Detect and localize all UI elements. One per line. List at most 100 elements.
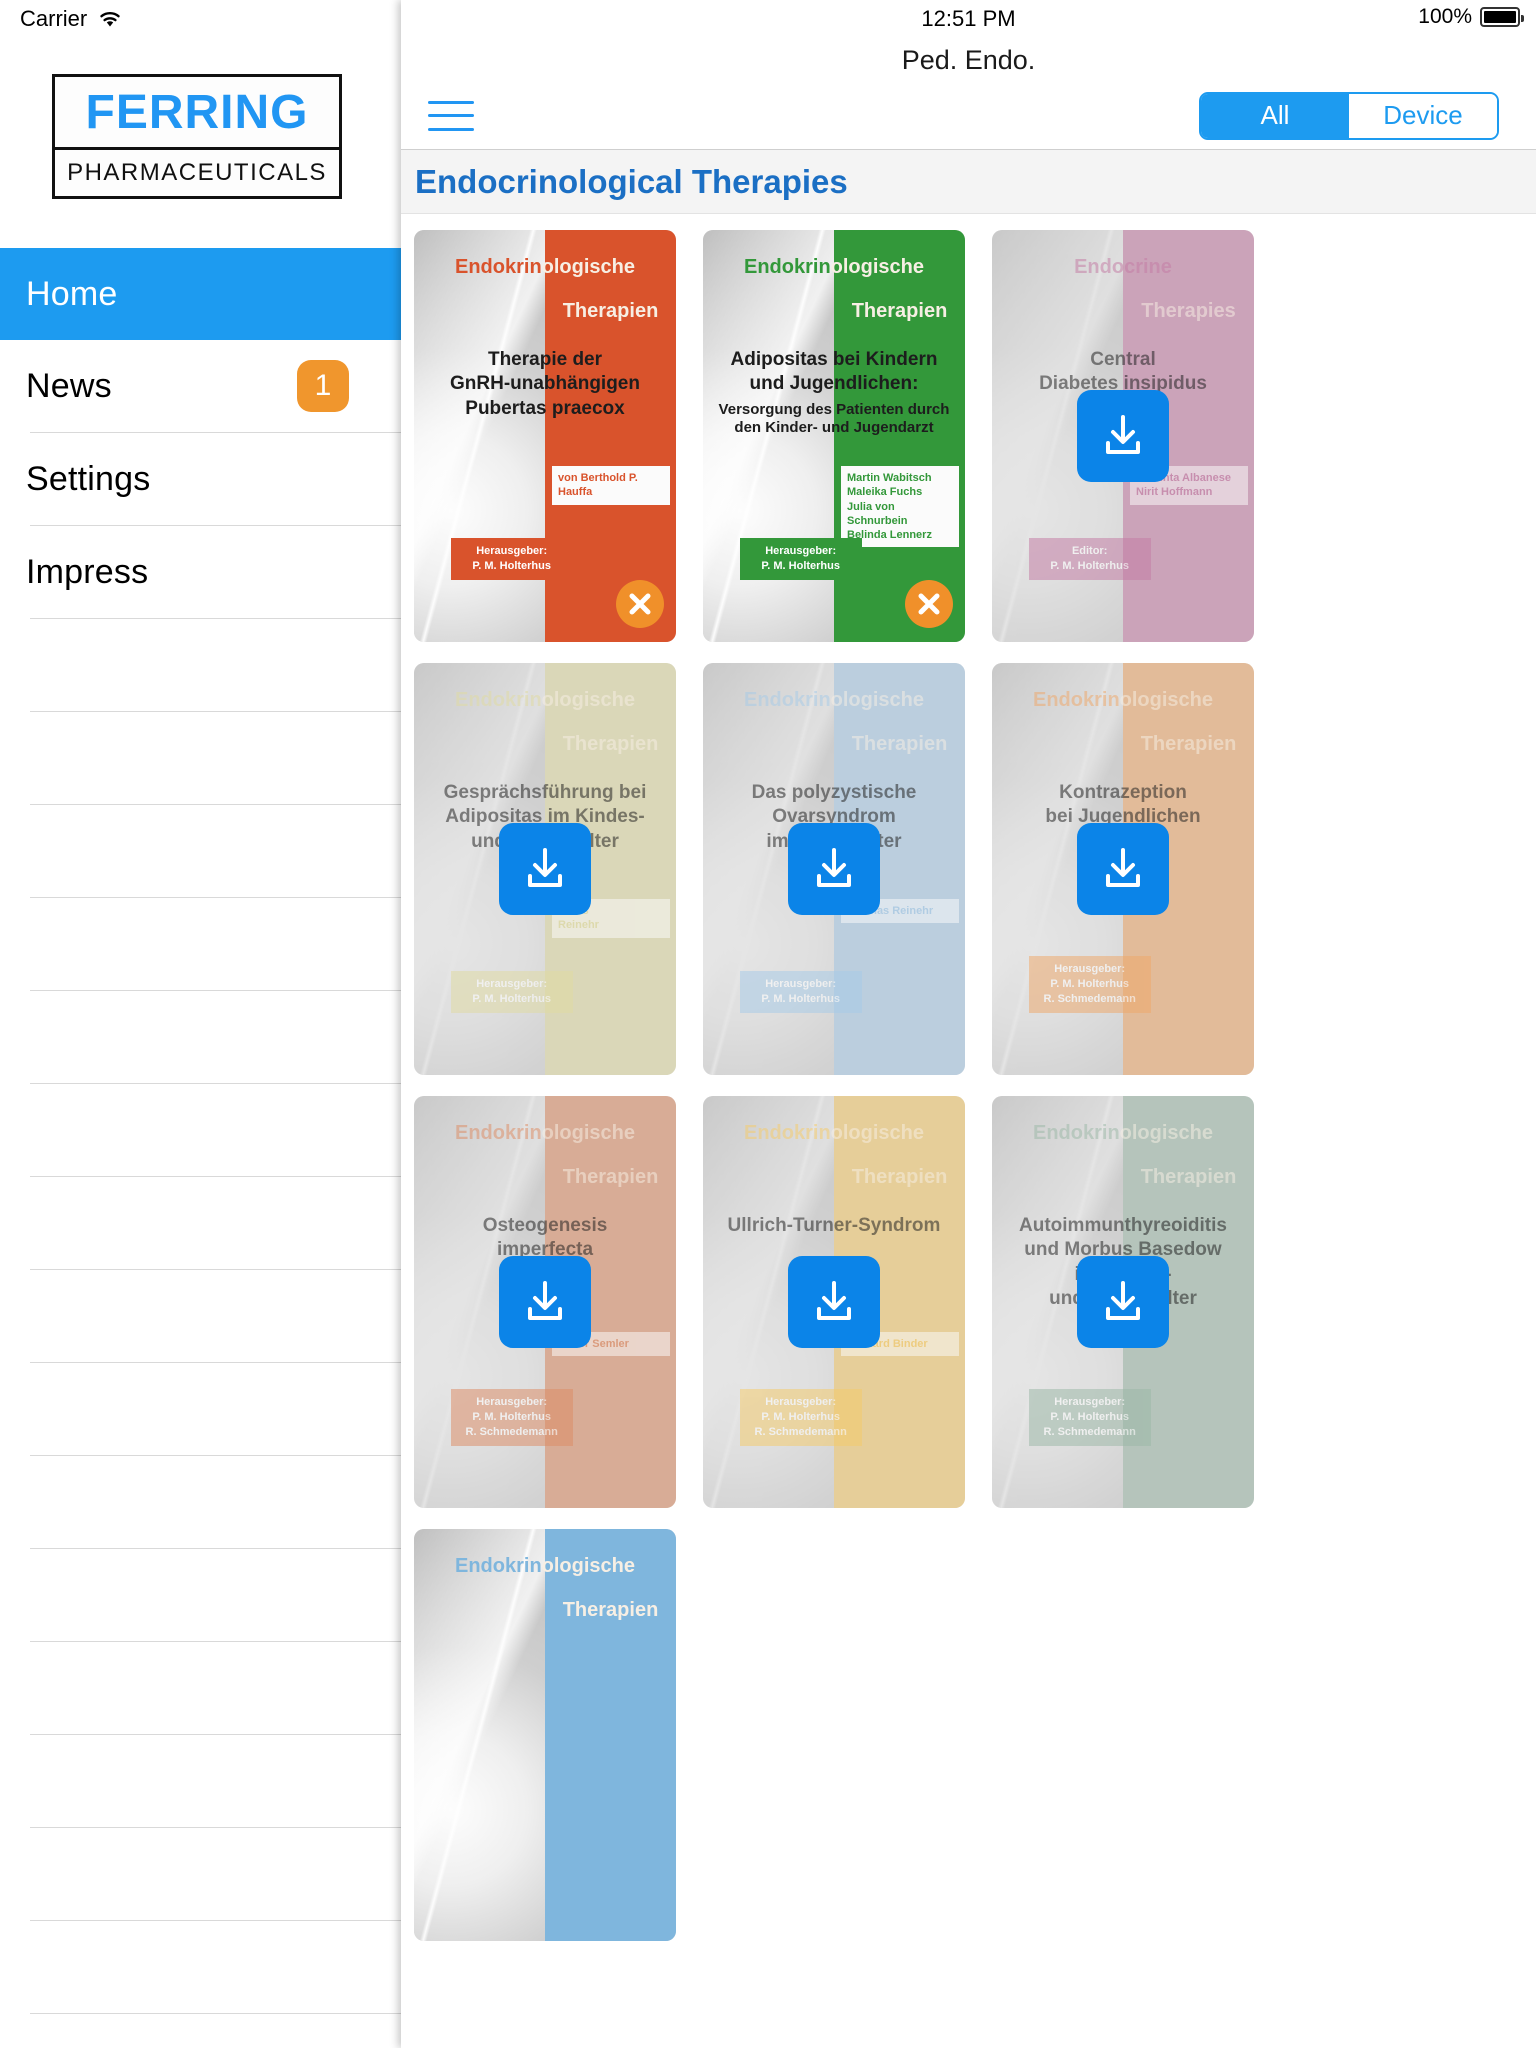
book-card[interactable]: Endokrinologische Therapien Osteogenesis im… [414,1096,676,1508]
nav-empty-row [0,1735,401,1827]
nav-empty-row [0,991,401,1083]
book-authors: Martin Wabitsch Maleika Fuchs Julia von Sc… [841,466,959,548]
book-card[interactable]: Endokrinologische Therapien Therapie der Gn… [414,230,676,642]
nav-empty-row [0,1177,401,1269]
book-series-brand-line2: Therapien [851,1166,948,1188]
sidebar-item-news[interactable]: News 1 [0,340,401,432]
sidebar-item-label: Impress [26,552,149,591]
book-series-brand: Endokrinologische [1032,1122,1214,1144]
sidebar-item-home[interactable]: Home [0,248,401,340]
book-series-brand: Endokrinologische [454,1122,636,1144]
carrier-label: Carrier [20,6,88,31]
filter-segmented-control[interactable]: All Device [1199,91,1499,140]
nav-divider [30,2013,401,2014]
download-button[interactable] [788,823,880,915]
book-series-brand-line2: Therapien [562,1166,659,1188]
sidebar-drawer: Carrier FERRING PHARMACEUTICALS Home New… [0,0,401,2048]
nav-empty-row [0,1084,401,1176]
book-editor: Herausgeber: P. M. Holterhus R. Schmedeman… [739,1389,862,1446]
book-grid: Endokrinologische Therapien Therapie der Gn… [401,214,1536,1941]
book-card[interactable]: Endocrine Therapies Central Diabetes insipi… [992,230,1254,642]
download-button[interactable] [499,1256,591,1348]
book-card[interactable]: Endokrinologische Therapien Gesprächsführu… [414,663,676,1075]
nav-empty-row [0,898,401,990]
download-button[interactable] [1077,390,1169,482]
book-series-brand-line2: Therapien [851,300,948,322]
book-card[interactable]: Endokrinologische Therapien Adipositas bei… [703,230,965,642]
book-title: Ullrich-Turner-Syndrom [727,1215,941,1236]
ferring-logo: FERRING PHARMACEUTICALS [52,74,342,199]
status-bar: 12:51 PM 100% [401,0,1536,38]
app-root: Carrier FERRING PHARMACEUTICALS Home New… [0,0,1536,2048]
section-title: Endocrinological Therapies [415,162,848,200]
book-series-brand: Endokrinologische [454,689,636,711]
download-button[interactable] [788,1256,880,1348]
remove-download-button[interactable] [616,580,664,628]
book-series-brand-line2: Therapien [1140,733,1237,755]
book-card[interactable]: Endokrinologische Therapien Kontrazeption b… [992,663,1254,1075]
nav-empty-row [0,1270,401,1362]
download-button[interactable] [499,823,591,915]
book-cover-panel [545,230,676,642]
book-series-brand-line2: Therapien [851,733,948,755]
section-header: Endocrinological Therapies [401,150,1536,214]
sidebar-nav: Home News 1 Settings Impress [0,248,401,2014]
book-editor: Herausgeber: P. M. Holterhus R. Schmedeman… [1028,1389,1151,1446]
logo-tagline-text: PHARMACEUTICALS [67,159,327,186]
book-series-brand: Endocrine [1074,256,1172,278]
book-editor: Herausgeber: P. M. Holterhus [739,538,862,580]
remove-download-button[interactable] [905,580,953,628]
nav-empty-row [0,619,401,711]
book-editor: Herausgeber: P. M. Holterhus [450,538,573,580]
book-editor: Editor: P. M. Holterhus [1028,538,1151,580]
book-card[interactable]: Endokrinologische Therapien [414,1529,676,1941]
download-button[interactable] [1077,823,1169,915]
sidebar-item-label: Home [26,274,118,313]
sidebar-status-bar: Carrier [20,6,123,32]
logo-brand-row: FERRING [55,77,339,150]
book-title: Therapie der GnRH-unabhängigen Pubertas pr… [450,349,640,419]
nav-empty-row [0,1363,401,1455]
sidebar-item-label: Settings [26,459,151,498]
book-card[interactable]: Endokrinologische Therapien Autoimmunthyre… [992,1096,1254,1508]
logo-tagline-row: PHARMACEUTICALS [55,150,339,196]
logo-brand-text: FERRING [85,85,309,139]
tab-device[interactable]: Device [1349,93,1497,138]
book-cover-photo [414,1529,545,1941]
book-series-brand-line2: Therapien [1140,1166,1237,1188]
download-button[interactable] [1077,1256,1169,1348]
hamburger-menu-icon[interactable] [428,100,474,131]
book-editor: Herausgeber: P. M. Holterhus R. Schmedeman… [1028,956,1151,1013]
book-series-brand: Endokrinologische [743,689,925,711]
tab-all[interactable]: All [1201,93,1349,138]
book-cover-photo [414,230,545,642]
nav-empty-row [0,1828,401,1920]
battery-icon [1480,7,1524,27]
nav-empty-row [0,805,401,897]
book-series-brand-line2: Therapien [562,300,659,322]
battery-percent-label: 100% [1418,5,1472,28]
page-title: Ped. Endo. [401,38,1536,82]
sidebar-item-settings[interactable]: Settings [0,433,401,525]
sidebar-item-impress[interactable]: Impress [0,526,401,618]
book-series-brand: Endokrinologische [454,256,636,278]
wifi-icon [97,9,123,29]
book-title: Adipositas bei Kindern und Jugendlichen: V… [711,348,957,438]
book-card[interactable]: Endokrinologische Therapien Ullrich-Turner… [703,1096,965,1508]
book-series-brand-line2: Therapies [1141,300,1236,322]
battery-status: 100% [1418,5,1524,29]
book-authors: von Berthold P. Hauffa [552,466,670,505]
main-pane: 12:51 PM 100% Ped. Endo. All Device Endo… [401,0,1536,2048]
book-subtitle: Versorgung des Patienten durch den Kinder… [718,400,950,437]
nav-empty-row [0,1549,401,1641]
book-card[interactable]: Endokrinologische Therapien Das polyzystis… [703,663,965,1075]
book-series-brand: Endokrinologische [743,256,925,278]
book-cover-panel [545,1529,676,1941]
clock-label: 12:51 PM [921,6,1016,31]
book-series-brand-line2: Therapien [562,733,659,755]
book-editor: Herausgeber: P. M. Holterhus [739,971,862,1013]
news-count-badge: 1 [297,360,349,412]
book-series-brand: Endokrinologische [1032,689,1214,711]
nav-empty-row [0,712,401,804]
nav-empty-row [0,1921,401,2013]
